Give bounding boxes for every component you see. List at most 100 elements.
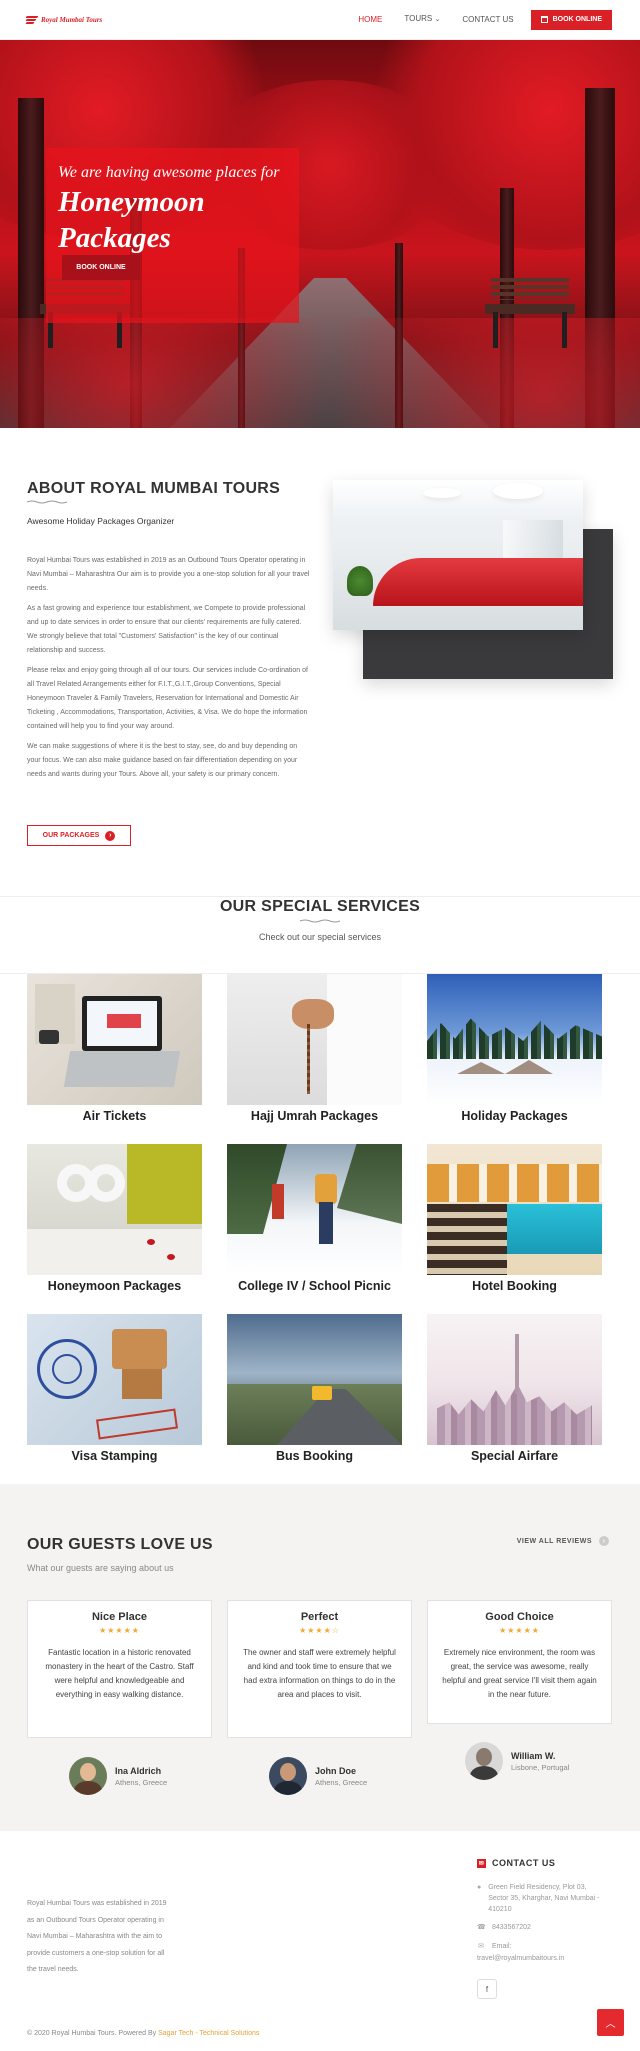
contact-icon: ✉ <box>477 1858 486 1868</box>
facebook-icon[interactable]: f <box>477 1979 497 1999</box>
review-text: Fantastic location in a historic renovat… <box>45 1648 194 1699</box>
calendar-icon <box>540 16 548 23</box>
envelope-icon: ✉ <box>478 1943 484 1950</box>
star-rating: ★★★★☆ <box>299 1626 340 1635</box>
hero-caption-box: We are having awesome places for Honeymo… <box>46 148 299 323</box>
about-text: Royal Humbai Tours was established in 20… <box>27 554 312 788</box>
service-image <box>227 1144 402 1275</box>
chevron-up-icon: ︿ <box>605 2019 616 2030</box>
hero-title: Honeymoon Packages <box>58 184 205 256</box>
scroll-to-top-button[interactable]: ︿ <box>597 2009 624 2036</box>
office-photo <box>333 480 583 630</box>
guest-info: John Doe Athens, Greece <box>269 1757 367 1795</box>
logo[interactable]: Royal Mumbai Tours <box>25 14 102 26</box>
our-packages-label: OUR PACKAGES <box>42 832 100 839</box>
book-online-label: BOOK ONLINE <box>552 16 602 23</box>
about-paragraph: As a fast growing and experience tour es… <box>27 605 306 654</box>
copyright: © 2020 Royal Humbai Tours. Powered By Sa… <box>27 2030 259 2037</box>
service-label: College IV / School Picnic <box>238 1279 391 1293</box>
chevron-down-icon: ⌄ <box>434 16 441 23</box>
nav-link-tours-label: TOURS <box>404 14 433 23</box>
service-card-special-airfare[interactable]: Special Airfare <box>427 1314 602 1463</box>
service-card-holiday-packages[interactable]: Holiday Packages <box>427 974 602 1123</box>
book-online-button[interactable]: BOOK ONLINE <box>530 9 612 30</box>
service-card-hajj-umrah[interactable]: Hajj Umrah Packages <box>227 974 402 1123</box>
powered-by-link[interactable]: Sagar Tech - Technical Solutions <box>158 2030 259 2037</box>
service-card-college-picnic[interactable]: College IV / School Picnic <box>227 1144 402 1293</box>
service-image <box>227 1314 402 1445</box>
service-card-honeymoon[interactable]: Honeymoon Packages <box>27 1144 202 1293</box>
guest-name: John Doe <box>315 1765 357 1776</box>
about-paragraph: Please relax and enjoy going through all… <box>27 667 308 730</box>
about-paragraph: Royal Humbai Tours was established in 20… <box>27 557 310 592</box>
our-packages-button[interactable]: OUR PACKAGES › <box>27 825 131 846</box>
service-card-air-tickets[interactable]: Air Tickets <box>27 974 202 1123</box>
logo-mark-icon <box>25 16 39 24</box>
address-text: Green Field Residency, Plot 03, Sector 3… <box>488 1884 600 1913</box>
guest-location: Lisbone, Portugal <box>511 1762 570 1772</box>
service-card-visa-stamping[interactable]: Visa Stamping <box>27 1314 202 1463</box>
service-label: Hajj Umrah Packages <box>250 1109 379 1123</box>
service-image <box>27 974 202 1105</box>
testimonials-title: OUR GUESTS LOVE US <box>27 1536 213 1553</box>
footer-about-text: Royal Humbai Tours was established in 20… <box>27 1900 167 1973</box>
service-image <box>427 1144 602 1275</box>
contact-email-label: ✉ Email: <box>477 1941 511 1952</box>
service-card-hotel-booking[interactable]: Hotel Booking <box>427 1144 602 1293</box>
arrow-right-circle-icon: › <box>599 1536 609 1546</box>
page: Royal Mumbai Tours HOME TOURS ⌄ CONTACT … <box>0 0 640 2051</box>
copyright-text: © 2020 Royal Humbai Tours. Powered By <box>27 2030 159 2037</box>
service-label: Air Tickets <box>82 1109 147 1123</box>
hero-book-online-button[interactable]: BOOK ONLINE <box>62 255 140 280</box>
star-rating: ★★★★★ <box>499 1626 540 1635</box>
title-underline-wave <box>27 500 67 504</box>
service-image <box>427 1314 602 1445</box>
about-paragraph: We can make suggestions of where it is t… <box>27 743 298 778</box>
guest-name: William W. <box>511 1750 556 1761</box>
arrow-right-circle-icon: › <box>105 830 116 841</box>
review-text: Extremely nice environment, the room was… <box>442 1648 597 1699</box>
phone-text: 8433567202 <box>492 1924 531 1931</box>
service-image <box>27 1314 202 1445</box>
section-divider <box>0 896 640 897</box>
view-all-reviews-link[interactable]: VIEW ALL REVIEWS › <box>517 1536 609 1546</box>
about-subtitle: Awesome Holiday Packages Organizer <box>27 516 175 526</box>
nav-link-contact[interactable]: CONTACT US <box>451 10 524 30</box>
guest-info: Ina Aldrich Athens, Greece <box>69 1757 167 1795</box>
services-subtitle: Check out our special services <box>258 932 382 942</box>
review-title: Nice Place <box>91 1611 148 1623</box>
nav-menu: HOME TOURS ⌄ CONTACT US BOOK ONLINE <box>347 9 612 30</box>
hero-banner: We are having awesome places for Honeymo… <box>0 40 640 428</box>
guest-location: Athens, Greece <box>315 1777 368 1787</box>
nav-link-tours[interactable]: TOURS ⌄ <box>393 9 451 30</box>
service-image <box>227 974 402 1105</box>
guest-info: William W. Lisbone, Portugal <box>465 1742 569 1780</box>
service-card-bus-booking[interactable]: Bus Booking <box>227 1314 402 1463</box>
park-bench <box>485 278 575 348</box>
contact-heading-label: CONTACT US <box>492 1858 556 1868</box>
email-text: travel@royalmumbaitours.in <box>477 1955 565 1962</box>
about-title: ABOUT ROYAL MUMBAI TOURS <box>27 480 281 497</box>
service-image <box>427 974 602 1105</box>
review-title: Perfect <box>300 1611 339 1623</box>
service-label: Honeymoon Packages <box>47 1279 182 1293</box>
service-label: Holiday Packages <box>461 1109 568 1123</box>
review-card: Good Choice ★★★★★ Extremely nice environ… <box>427 1600 612 1724</box>
title-underline-wave <box>300 919 340 923</box>
top-navbar: Royal Mumbai Tours HOME TOURS ⌄ CONTACT … <box>0 0 640 40</box>
guest-name: Ina Aldrich <box>115 1765 162 1776</box>
nav-link-home[interactable]: HOME <box>347 10 393 30</box>
contact-email[interactable]: travel@royalmumbaitours.in <box>477 1953 564 1964</box>
avatar <box>69 1757 107 1795</box>
service-label: Bus Booking <box>275 1449 354 1463</box>
review-card: Nice Place ★★★★★ Fantastic location in a… <box>27 1600 212 1738</box>
contact-phone[interactable]: ☎ 8433567202 <box>477 1922 531 1933</box>
email-label: Email: <box>492 1943 512 1950</box>
view-all-reviews-label: VIEW ALL REVIEWS <box>516 1537 592 1545</box>
service-label: Hotel Booking <box>472 1279 557 1293</box>
testimonials-subtitle: What our guests are saying about us <box>27 1563 174 1573</box>
review-text: The owner and staff were extremely helpf… <box>243 1648 396 1699</box>
services-title: OUR SPECIAL SERVICES <box>219 898 421 915</box>
star-rating: ★★★★★ <box>99 1626 140 1635</box>
service-label: Visa Stamping <box>71 1449 158 1463</box>
